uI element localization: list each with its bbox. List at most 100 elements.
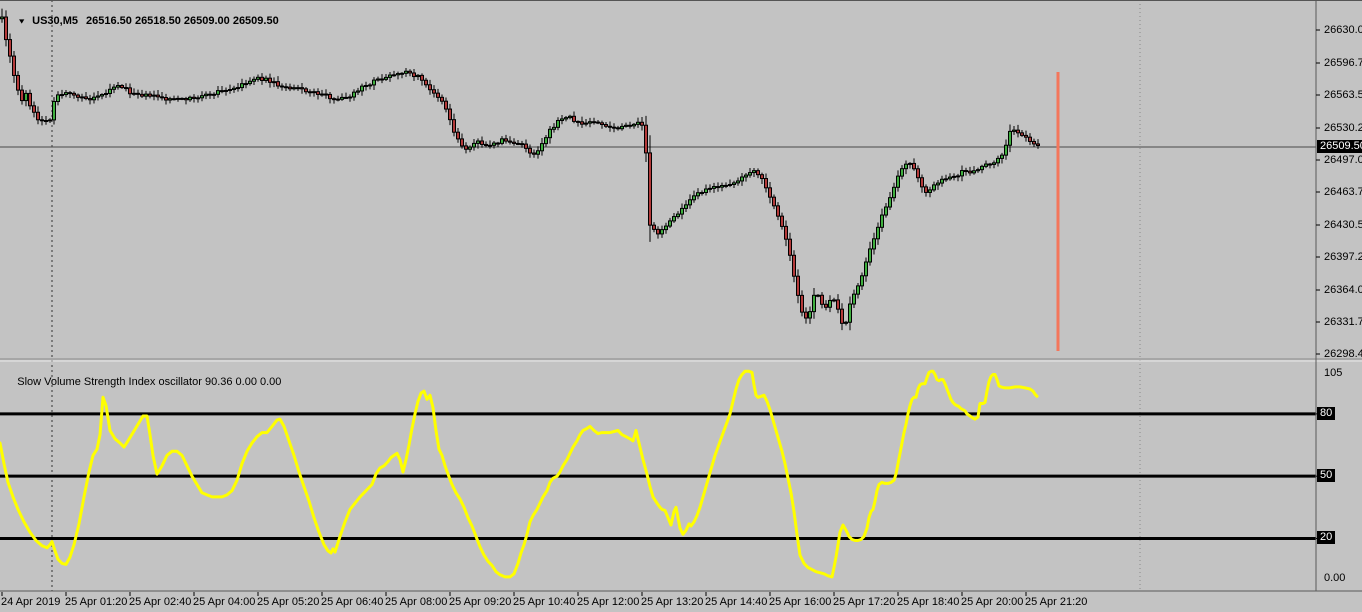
candle-down [192,96,196,99]
candle-up [540,143,544,152]
candle-down [136,92,140,95]
candle-down [760,174,764,180]
candle-up [980,165,984,171]
candle-up [956,175,960,178]
candle-up [252,78,256,82]
candle-down [68,92,72,95]
candle-up [952,175,956,178]
price-axis-label: 26397.25 [1324,251,1362,263]
candle-up [748,172,752,176]
time-axis-label: 25 Apr 09:20 [449,596,512,608]
candle-up [740,176,744,182]
candle-down [20,89,24,102]
candle-up [404,70,408,74]
candle-up [672,216,676,222]
candle-up [744,174,748,178]
time-axis-label: 25 Apr 01:20 [65,596,128,608]
candle-up [812,294,816,313]
candle-down [968,170,972,174]
oscillator-line [0,369,1039,579]
price-axis-label: 26463.75 [1324,186,1362,198]
candle-up [396,73,400,76]
candle-up [100,94,104,97]
candle-up [544,137,548,145]
price-axis-label: 26497.00 [1324,154,1362,166]
candle-up [416,74,420,78]
candle-down [452,119,456,133]
candle-up [928,189,932,193]
candle-up [112,86,116,90]
candle-up [568,115,572,119]
candle-up [256,76,260,80]
candle-down [1036,143,1040,146]
candle-down [532,152,536,155]
candle-down [768,187,772,198]
ohlc-quotes: 26516.50 26518.50 26509.00 26509.50 [86,15,279,27]
candle-up [832,299,836,302]
candle-up [868,248,872,263]
osc-level-tag: 80 [1317,406,1336,420]
candle-up [384,76,388,80]
time-axis-label: 25 Apr 21:20 [1025,596,1088,608]
candle-up [548,128,552,139]
candle-down [656,228,660,235]
candle-up [976,169,980,172]
candle-up [860,275,864,287]
chart-plot-area[interactable] [0,0,1362,612]
candle-down [644,124,648,154]
candle-down [592,121,596,124]
candle-down [180,97,184,100]
candle-down [460,138,464,147]
candle-up [388,74,392,78]
candle-up [588,121,592,124]
candle-up [272,81,276,84]
candle-down [640,121,644,126]
candle-down [332,98,336,101]
candle-up [880,214,884,228]
candle-down [916,168,920,179]
candle-down [756,170,760,176]
candle-up [948,176,952,180]
candle-down [140,93,144,97]
candle-up [392,74,396,77]
candle-down [804,311,808,319]
candle-up [752,170,756,174]
indicator-name: Slow Volume Strength Index oscillator [17,376,202,388]
candle-down [604,124,608,127]
candle-down [796,275,800,296]
candle-down [304,88,308,93]
candle-down [504,138,508,142]
candle-up [168,98,172,101]
candle-up [876,226,880,240]
candle-down [172,98,176,101]
candle-down [156,94,160,98]
candle-down [444,100,448,110]
candle-up [704,188,708,194]
time-axis-label: 25 Apr 10:40 [513,596,576,608]
candle-down [120,84,124,89]
symbol-period-title: US30,M5 [32,15,79,27]
candle-up [488,144,492,147]
candle-down [652,224,656,230]
price-axis-label: 26596.75 [1324,57,1362,69]
candle-down [1032,140,1036,145]
candle-down [288,86,292,90]
candle-down [596,121,600,124]
candle-down [840,308,844,324]
candle-up [340,96,344,100]
candle-up [664,225,668,231]
candle-up [92,96,96,101]
candle-down [316,91,320,95]
candle-up [708,187,712,190]
candle-up [808,311,812,319]
candle-down [148,93,152,97]
candle-up [108,88,112,94]
symbol-dropdown-icon[interactable]: ▼ [17,17,26,25]
candle-up [264,77,268,81]
candle-up [376,78,380,81]
chart-header: ▼ US30,M5 26516.50 26518.50 26509.00 26509… [5,3,287,39]
candle-down [344,96,348,99]
candle-up [144,93,148,97]
candle-down [124,87,128,90]
candle-down [836,299,840,310]
